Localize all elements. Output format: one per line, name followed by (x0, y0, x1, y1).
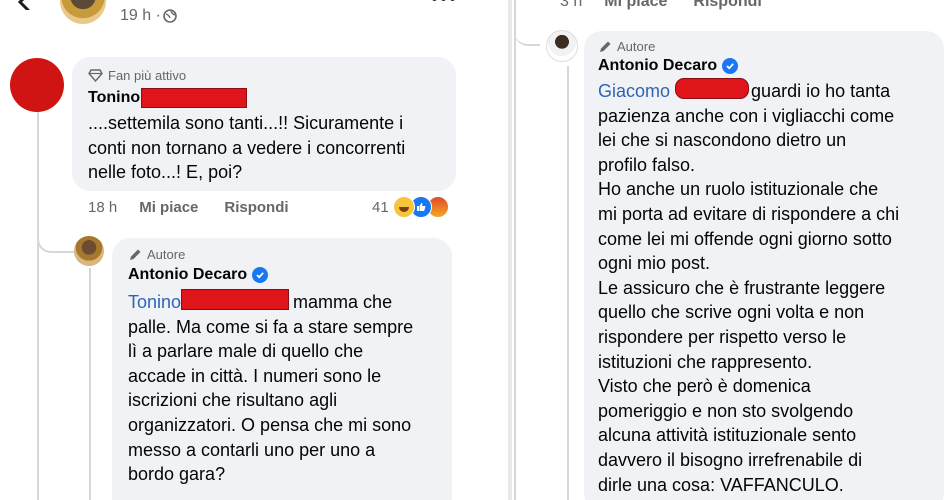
redacted-surname (141, 88, 248, 108)
author-name[interactable]: Antonio Decaro (598, 57, 739, 75)
comment-text: ....settemila sono tanti...!! Sicurament… (88, 113, 406, 183)
author-reply-text: Giacomo guardi io ho tanta pazienza anch… (598, 78, 938, 497)
more-dots-icon[interactable] (432, 0, 455, 1)
author-avatar[interactable] (74, 236, 104, 266)
like-link[interactable]: Mi piace (139, 199, 198, 216)
verified-badge-icon (252, 267, 269, 283)
post-author-avatar[interactable] (60, 0, 106, 24)
commenter-name[interactable]: Tonino (88, 88, 248, 108)
redacted-surname (675, 78, 750, 99)
thread-line (37, 106, 39, 500)
thread-connector (514, 0, 540, 46)
pencil-icon (600, 41, 611, 52)
author-name[interactable]: Antonio Decaro (128, 266, 269, 284)
thread-connector (37, 205, 77, 253)
author-badge: Autore (128, 247, 185, 262)
verified-badge-icon (722, 58, 739, 74)
like-link[interactable]: Mi piace (604, 0, 667, 11)
redacted-surname (181, 289, 290, 310)
comment-actions-top: 3 h Mi piace Rispondi (560, 0, 788, 11)
post-time: 19 h · (120, 7, 177, 25)
pencil-icon (130, 249, 141, 260)
mention-link[interactable]: Tonino (128, 292, 181, 312)
back-chevron-icon[interactable] (14, 0, 38, 10)
thread-line (514, 0, 516, 500)
right-screenshot-panel: 3 h Mi piace Rispondi Autore Antonio Dec… (512, 0, 950, 500)
reply-thread-line (567, 66, 569, 500)
author-badge: Autore (598, 39, 655, 54)
author-avatar[interactable] (546, 30, 578, 62)
comment-actions: 18 h Mi piace Rispondi (88, 199, 315, 216)
diamond-icon (88, 69, 103, 82)
commenter-avatar[interactable] (10, 58, 64, 112)
reactions-summary[interactable]: 41 (372, 196, 449, 218)
left-screenshot-panel: 19 h · Fan più attivo Tonino ....settemi… (0, 0, 508, 500)
comment-time: 18 h (88, 199, 118, 216)
reply-link[interactable]: Rispondi (693, 0, 761, 11)
fan-badge: Fan più attivo (88, 68, 186, 83)
haha-reaction-icon (392, 196, 415, 218)
globe-icon (163, 9, 177, 23)
reply-link[interactable]: Rispondi (224, 199, 288, 216)
comment-time: 3 h (560, 0, 583, 10)
reactions-count: 41 (372, 198, 389, 216)
author-reply-text: Tonino mamma che palle. Ma come si fa a s… (128, 289, 448, 487)
mention-link[interactable]: Giacomo (598, 81, 670, 101)
reply-thread-line (89, 268, 91, 500)
